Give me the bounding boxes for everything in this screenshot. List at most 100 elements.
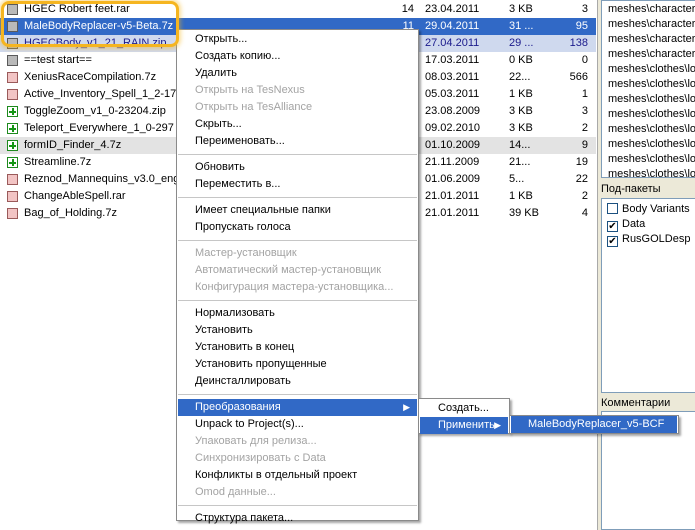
- file-path-item[interactable]: meshes\clothes\lou: [608, 107, 695, 122]
- file-path-item[interactable]: meshes\clothes\lou: [608, 122, 695, 137]
- not-installed-status-icon[interactable]: [7, 174, 18, 185]
- create-conversion-menu-item[interactable]: Создать...: [420, 400, 508, 417]
- context-menu-item[interactable]: Unpack to Project(s)...: [178, 416, 417, 433]
- package-date: 01.06.2009: [425, 173, 481, 185]
- menu-item-label: Конфликты в отдельный проект: [195, 469, 358, 481]
- context-menu-item[interactable]: Конфликты в отдельный проект: [178, 467, 417, 484]
- package-row[interactable]: HGEC Robert feet.rar 14 23.04.2011 3 KB 3: [0, 1, 596, 18]
- context-menu-item[interactable]: Имеет специальные папки: [178, 202, 417, 219]
- package-name: ==test start==: [24, 54, 92, 66]
- menu-item-label: Обновить: [195, 161, 245, 173]
- package-date: 27.04.2011: [425, 37, 480, 49]
- context-menu-item[interactable]: Переместить в...: [178, 176, 417, 193]
- apply-submenu: MaleBodyReplacer_v5-BCF: [509, 415, 679, 434]
- not-installed-status-icon[interactable]: [7, 208, 18, 219]
- file-path-item[interactable]: meshes\characters: [608, 17, 695, 32]
- context-menu-item[interactable]: Установить в конец: [178, 339, 417, 356]
- package-size: 3 KB: [509, 3, 533, 15]
- file-path-item[interactable]: meshes\clothes\lou: [608, 167, 695, 177]
- conversions-submenu: Создать... Применить ▶: [418, 398, 510, 434]
- package-file-count: 2: [581, 190, 588, 202]
- unchecked-checkbox-icon[interactable]: [607, 203, 618, 214]
- package-date: 17.03.2011: [425, 54, 480, 66]
- context-menu-item: Открыть на TesNexus: [178, 82, 417, 99]
- package-date: 09.02.2010: [425, 122, 481, 134]
- file-path-item[interactable]: meshes\clothes\lou: [608, 92, 695, 107]
- context-menu-item[interactable]: Деинсталлировать: [178, 373, 417, 390]
- file-path-item[interactable]: meshes\clothes\lou: [608, 137, 695, 152]
- package-file-count: 1: [581, 88, 588, 100]
- submenu-arrow-icon: ▶: [403, 402, 410, 412]
- file-path-item[interactable]: meshes\characters: [608, 32, 695, 47]
- menu-item-label: Omod данные...: [195, 486, 276, 498]
- context-menu-item: Конфигурация мастера-установщика...: [178, 279, 417, 296]
- subpackage-item[interactable]: Body Variants: [607, 202, 690, 217]
- file-path-item[interactable]: meshes\characters: [608, 47, 695, 62]
- package-name: XeniusRaceCompilation.7z: [24, 71, 157, 83]
- context-menu-item[interactable]: Скрыть...: [178, 116, 417, 133]
- not-installed-status-icon[interactable]: [7, 191, 18, 202]
- subpackage-item[interactable]: ✔ Data: [607, 217, 645, 232]
- menu-item-label: Структура пакета...: [195, 512, 294, 524]
- package-file-count: 138: [569, 37, 588, 49]
- context-menu-item[interactable]: Открыть...: [178, 31, 417, 48]
- context-menu-item: Автоматический мастер-установщик: [178, 262, 417, 279]
- status-checkbox-icon[interactable]: [7, 55, 18, 66]
- context-menu-item[interactable]: Нормализовать: [178, 305, 417, 322]
- subpackages-label: Под-пакеты: [601, 183, 661, 195]
- context-menu: Открыть... Создать копию... Удалить Открыть…: [176, 29, 419, 524]
- context-menu-item[interactable]: Преобразования ▶: [178, 399, 417, 416]
- menu-item-label: Установить в конец: [195, 341, 295, 353]
- package-date: 23.04.2011: [425, 3, 480, 15]
- comments-label: Комментарии: [601, 397, 671, 409]
- apply-conversion-menu-item[interactable]: Применить ▶: [420, 417, 508, 434]
- details-panel: meshes\characters meshes\characters meshes…: [597, 0, 695, 530]
- context-menu-item: Упаковать для релиза...: [178, 433, 417, 450]
- menu-item-label: Преобразования: [195, 401, 281, 413]
- status-checkbox-icon[interactable]: [7, 38, 18, 49]
- menu-item-label: Открыть...: [195, 33, 248, 45]
- checked-checkbox-icon[interactable]: ✔: [607, 221, 618, 232]
- context-menu-item[interactable]: Структура пакета...: [178, 510, 417, 527]
- status-checkbox-icon[interactable]: [7, 4, 18, 15]
- not-installed-status-icon[interactable]: [7, 72, 18, 83]
- installed-plus-icon[interactable]: [7, 140, 18, 151]
- context-menu-item[interactable]: Создать копию...: [178, 48, 417, 65]
- menu-item-label: Мастер-установщик: [195, 247, 297, 259]
- context-menu-item[interactable]: Обновить: [178, 159, 417, 176]
- package-order: 14: [401, 3, 414, 15]
- apply-conversion-label: Применить: [438, 419, 495, 431]
- context-menu-item: Мастер-установщик: [178, 245, 417, 262]
- package-file-count: 95: [575, 20, 588, 32]
- context-menu-item: Открыть на TesAlliance: [178, 99, 417, 116]
- context-menu-item[interactable]: Переименовать...: [178, 133, 417, 150]
- file-path-item[interactable]: meshes\characters: [608, 2, 695, 17]
- subpackage-item[interactable]: ✔ RusGOLDesp: [607, 232, 690, 247]
- context-menu-item[interactable]: Установить: [178, 322, 417, 339]
- package-files-list[interactable]: meshes\characters meshes\characters meshes…: [601, 0, 695, 178]
- package-size: 29 ...: [509, 37, 534, 49]
- menu-item-label: Переименовать...: [195, 135, 285, 147]
- package-size: 3 KB: [509, 105, 533, 117]
- context-menu-item[interactable]: Пропускать голоса: [178, 219, 417, 236]
- package-file-count: 19: [575, 156, 588, 168]
- context-menu-item[interactable]: Удалить: [178, 65, 417, 82]
- checked-checkbox-icon[interactable]: ✔: [607, 236, 618, 247]
- status-checkbox-icon[interactable]: [7, 21, 18, 32]
- menu-item-label: Синхронизировать с Data: [195, 452, 326, 464]
- file-path-item[interactable]: meshes\clothes\lou: [608, 62, 695, 77]
- installed-plus-icon[interactable]: [7, 106, 18, 117]
- subpackages-list[interactable]: Body Variants ✔ Data ✔ RusGOLDesp: [601, 198, 695, 393]
- context-menu-item: Синхронизировать с Data: [178, 450, 417, 467]
- package-size: 14...: [509, 139, 531, 151]
- installed-plus-icon[interactable]: [7, 157, 18, 168]
- file-path-item[interactable]: meshes\clothes\lou: [608, 77, 695, 92]
- package-size: 1 KB: [509, 88, 533, 100]
- file-path-item[interactable]: meshes\clothes\lou: [608, 152, 695, 167]
- not-installed-status-icon[interactable]: [7, 89, 18, 100]
- package-size: 31 ...: [509, 20, 534, 32]
- context-menu-item[interactable]: Установить пропущенные: [178, 356, 417, 373]
- apply-conversion-option[interactable]: MaleBodyReplacer_v5-BCF: [511, 416, 677, 433]
- package-name: Teleport_Everywhere_1_0-297: [24, 122, 174, 134]
- installed-plus-icon[interactable]: [7, 123, 18, 134]
